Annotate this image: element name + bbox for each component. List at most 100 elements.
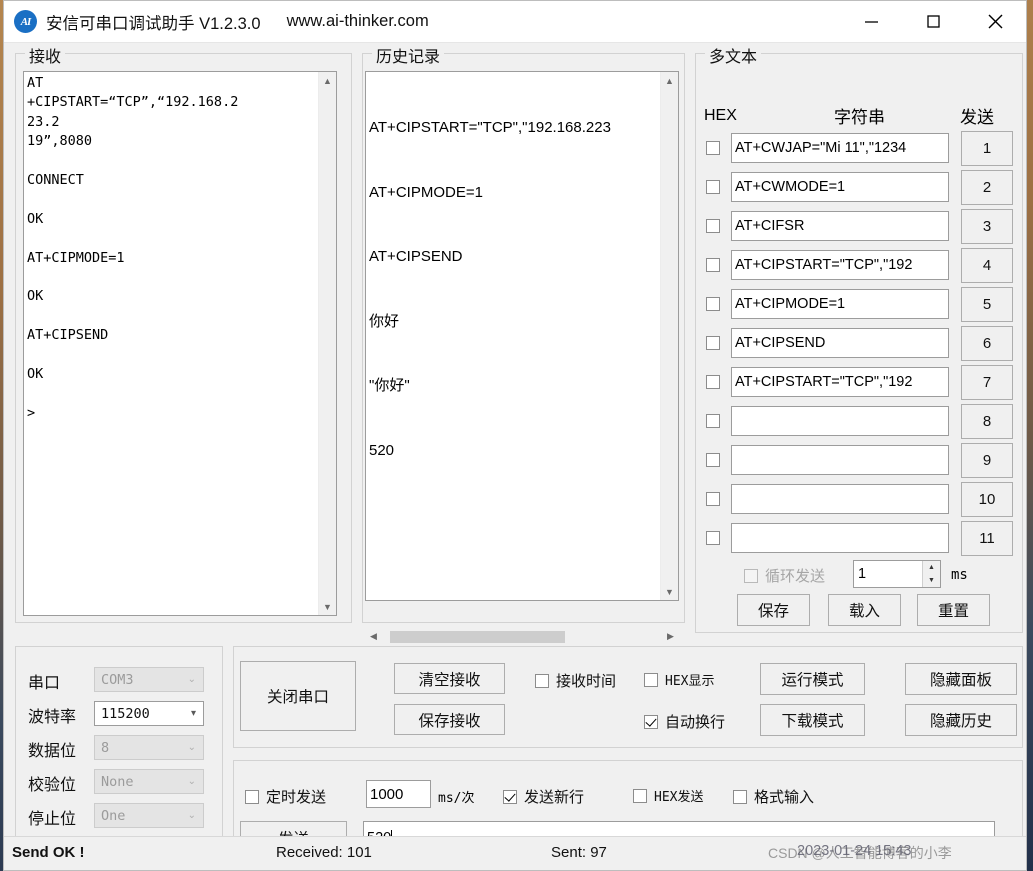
format-input-checkbox[interactable] [733, 789, 747, 804]
spinner-up-icon[interactable]: ▲ [923, 561, 940, 574]
parity-select[interactable]: None ⌄ [94, 769, 204, 794]
status-sent: Sent: 97 [551, 844, 607, 861]
multitext-hex-checkbox-9[interactable] [706, 453, 720, 467]
multitext-send-button-8[interactable]: 8 [961, 404, 1013, 439]
loop-interval-value[interactable]: 1 [854, 561, 922, 587]
multitext-send-button-11[interactable]: 11 [961, 521, 1013, 556]
multitext-send-button-3[interactable]: 3 [961, 209, 1013, 244]
serial-port-select[interactable]: COM3 ⌄ [94, 667, 204, 692]
multitext-input-3[interactable]: AT+CIFSR [731, 211, 949, 241]
multitext-input-4[interactable]: AT+CIPSTART="TCP","192 [731, 250, 949, 280]
history-horizontal-scrollbar[interactable]: ◀ ▶ [365, 628, 679, 645]
send-newline-checkbox[interactable] [503, 789, 517, 804]
auto-wrap-checkbox[interactable] [644, 714, 658, 729]
multitext-hex-checkbox-3[interactable] [706, 219, 720, 233]
multitext-input-6[interactable]: AT+CIPSEND [731, 328, 949, 358]
hide-history-button[interactable]: 隐藏历史 [905, 704, 1017, 736]
horizontal-scroll-thumb[interactable] [390, 631, 565, 643]
history-line: 你好 [369, 312, 400, 330]
hex-display-row[interactable]: HEX显示 [644, 670, 714, 689]
download-mode-button[interactable]: 下载模式 [760, 704, 865, 736]
multitext-hex-checkbox-8[interactable] [706, 414, 720, 428]
multitext-input-10[interactable] [731, 484, 949, 514]
spinner-down-icon[interactable]: ▼ [923, 574, 940, 587]
multitext-hex-checkbox-5[interactable] [706, 297, 720, 311]
scroll-down-icon[interactable]: ▼ [319, 598, 336, 615]
multitext-hex-checkbox-6[interactable] [706, 336, 720, 350]
title-bar: AI 安信可串口调试助手 V1.2.3.0 www.ai-thinker.com [4, 1, 1026, 43]
loop-send-checkbox[interactable] [744, 568, 758, 583]
multitext-hex-checkbox-11[interactable] [706, 531, 720, 545]
multitext-string-header: 字符串 [834, 108, 885, 127]
toggle-port-button[interactable]: 关闭串口 [240, 661, 356, 731]
receive-vertical-scrollbar[interactable]: ▲ ▼ [318, 72, 336, 615]
multitext-send-button-7[interactable]: 7 [961, 365, 1013, 400]
hex-display-checkbox[interactable] [644, 672, 658, 687]
status-bar: Send OK ! Received: 101 Sent: 97 CSDN @人… [4, 836, 1026, 870]
scroll-up-icon[interactable]: ▲ [661, 72, 678, 89]
send-newline-row[interactable]: 发送新行 [503, 786, 584, 807]
multitext-input-1[interactable]: AT+CWJAP="Mi 11","1234 [731, 133, 949, 163]
timed-send-row[interactable]: 定时发送 [245, 786, 326, 807]
run-mode-button[interactable]: 运行模式 [760, 663, 865, 695]
loop-send-label: 循环发送 [765, 568, 826, 585]
history-textarea[interactable]: AT+CIPSTART="TCP","192.168.223 AT+CIPMOD… [365, 71, 679, 601]
spinner-buttons[interactable]: ▲ ▼ [922, 561, 940, 587]
multitext-send-button-1[interactable]: 1 [961, 131, 1013, 166]
receive-time-row[interactable]: 接收时间 [535, 670, 616, 691]
data-bits-select[interactable]: 8 ⌄ [94, 735, 204, 760]
multitext-save-button[interactable]: 保存 [737, 594, 810, 626]
window-url-text: www.ai-thinker.com [286, 12, 429, 30]
multitext-send-button-5[interactable]: 5 [961, 287, 1013, 322]
multitext-send-button-6[interactable]: 6 [961, 326, 1013, 361]
multitext-send-header: 发送 [960, 108, 994, 127]
multitext-hex-checkbox-2[interactable] [706, 180, 720, 194]
multitext-send-button-2[interactable]: 2 [961, 170, 1013, 205]
multitext-input-9[interactable] [731, 445, 949, 475]
clear-receive-button[interactable]: 清空接收 [394, 663, 505, 694]
maximize-button[interactable] [902, 1, 964, 42]
multitext-input-11[interactable] [731, 523, 949, 553]
hex-send-row[interactable]: HEX发送 [633, 786, 703, 805]
stop-bits-select[interactable]: One ⌄ [94, 803, 204, 828]
minimize-button[interactable] [840, 1, 902, 42]
multitext-load-button[interactable]: 载入 [828, 594, 901, 626]
scroll-right-icon[interactable]: ▶ [662, 628, 679, 645]
auto-wrap-row[interactable]: 自动换行 [644, 711, 725, 732]
multitext-input-2[interactable]: AT+CWMODE=1 [731, 172, 949, 202]
history-line: AT+CIPSEND [369, 248, 463, 265]
hex-send-checkbox[interactable] [633, 788, 647, 803]
multitext-hex-checkbox-1[interactable] [706, 141, 720, 155]
receive-textarea[interactable]: AT +CIPSTART=“TCP”,“192.168.2 23.2 19”,8… [23, 71, 337, 616]
history-line: 520 [369, 441, 395, 459]
format-input-row[interactable]: 格式输入 [733, 786, 814, 807]
multitext-hex-checkbox-7[interactable] [706, 375, 720, 389]
history-vertical-scrollbar[interactable]: ▲ ▼ [660, 72, 678, 600]
data-bits-value: 8 [101, 739, 110, 756]
loop-interval-spinner[interactable]: 1 ▲ ▼ [853, 560, 941, 588]
multitext-input-5[interactable]: AT+CIPMODE=1 [731, 289, 949, 319]
multitext-input-7[interactable]: AT+CIPSTART="TCP","192 [731, 367, 949, 397]
send-interval-input[interactable]: 1000 [366, 780, 431, 808]
multitext-hex-checkbox-10[interactable] [706, 492, 720, 506]
baud-rate-select[interactable]: 115200 ▾ [94, 701, 204, 726]
save-receive-button[interactable]: 保存接收 [394, 704, 505, 735]
application-window: AI 安信可串口调试助手 V1.2.3.0 www.ai-thinker.com… [3, 0, 1027, 871]
timed-send-checkbox[interactable] [245, 789, 259, 804]
multitext-send-button-4[interactable]: 4 [961, 248, 1013, 283]
receive-time-checkbox[interactable] [535, 673, 549, 688]
scroll-down-icon[interactable]: ▼ [661, 583, 678, 600]
multitext-send-button-10[interactable]: 10 [961, 482, 1013, 517]
loop-send-row[interactable]: 循环发送 [744, 565, 825, 586]
multitext-reset-button[interactable]: 重置 [917, 594, 990, 626]
hide-panel-button[interactable]: 隐藏面板 [905, 663, 1017, 695]
close-button[interactable] [964, 1, 1026, 42]
receive-text: AT +CIPSTART=“TCP”,“192.168.2 23.2 19”,8… [27, 75, 239, 421]
timestamp-watermark: 2023-01-24 15:43 [797, 843, 912, 859]
scroll-up-icon[interactable]: ▲ [319, 72, 336, 89]
status-message: Send OK ! [12, 844, 85, 861]
multitext-hex-checkbox-4[interactable] [706, 258, 720, 272]
scroll-left-icon[interactable]: ◀ [365, 628, 382, 645]
multitext-input-8[interactable] [731, 406, 949, 436]
multitext-send-button-9[interactable]: 9 [961, 443, 1013, 478]
